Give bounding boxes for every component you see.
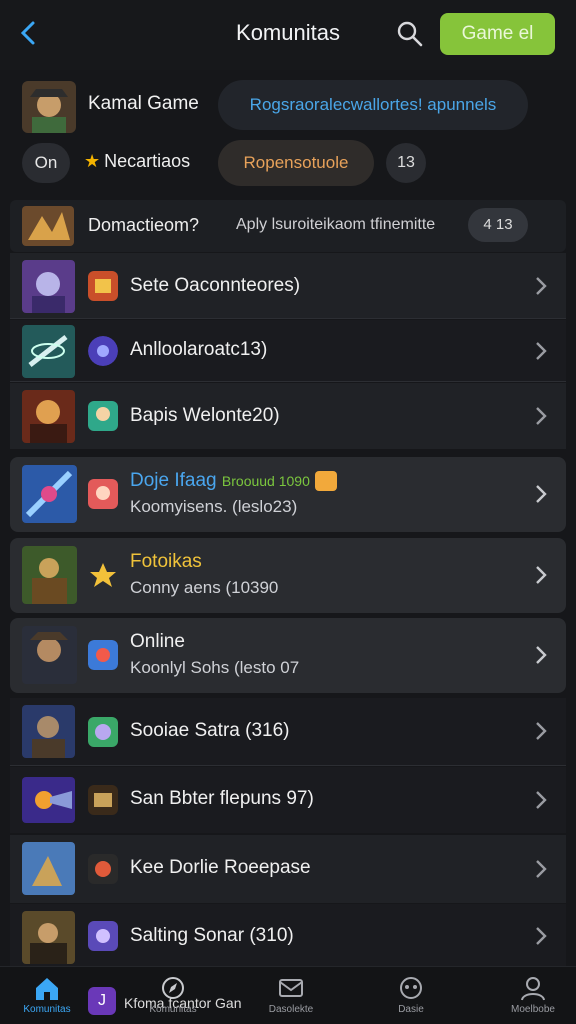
crown-icon (315, 470, 338, 491)
game-tag: Broouud 1090 (221, 473, 310, 489)
list-item[interactable]: San Bbter flepuns 97) (10, 767, 566, 833)
profile-pill[interactable]: Rogsraoralecwallortes! apunnels (218, 80, 528, 130)
nav-community-label: Komunitas (149, 1004, 197, 1015)
favorites-label: Necartiaos (104, 151, 191, 171)
game-mini-icon (88, 271, 118, 301)
chevron-right-icon (534, 925, 548, 947)
game-subtitle: Conny aens (10390 (130, 578, 279, 597)
chevron-right-icon (534, 858, 548, 880)
game-title: Doje Ifaag Broouud 1090 (130, 470, 338, 492)
list-item[interactable]: Sete Oaconnteores) (10, 253, 566, 319)
sort-chip[interactable]: Ropensotuole (218, 140, 374, 186)
game-mini-icon (88, 921, 118, 951)
nav-community[interactable]: Komunitas (128, 975, 218, 1024)
game-subtitle: Koonlyl Sohs (lesto 07 (130, 658, 300, 677)
nav-home-label: Komunitas (23, 1004, 71, 1015)
game-mini-icon (88, 640, 118, 670)
game-thumbnail (22, 626, 77, 684)
list-item[interactable]: Sooiae Satra (316) (10, 698, 566, 766)
divider (10, 765, 566, 766)
nav-messages-label: Dasolekte (268, 1004, 314, 1015)
chevron-right-icon (534, 720, 548, 742)
nav-home[interactable]: Komunitas (2, 975, 92, 1024)
divider (10, 318, 566, 319)
chevron-right-icon (534, 340, 548, 362)
game-mini-icon (88, 479, 118, 509)
game-title: Fotoikas (130, 551, 202, 572)
game-button[interactable]: Game el (440, 13, 555, 55)
list-item[interactable]: Anlloolaroatc13) (10, 320, 566, 382)
list-item[interactable]: Salting Sonar (310) (10, 904, 566, 966)
list-item[interactable]: Fotoikas Conny aens (10390 (10, 538, 566, 613)
profile-row: Kamal Game Rogsraoralecwallortes! apunne… (0, 78, 576, 138)
game-title: Sete Oaconnteores) (130, 275, 301, 296)
search-icon[interactable] (396, 20, 424, 48)
app-header: Komunitas Game el (0, 0, 576, 70)
summary-text: Aply lsuroiteikaom tfinemitte (236, 216, 436, 233)
chevron-right-icon (534, 789, 548, 811)
game-subtitle: Koomyisens. (leslo23) (130, 497, 298, 516)
game-thumbnail (22, 260, 75, 313)
game-mini-icon (88, 717, 118, 747)
game-title: Anlloolaroatc13) (130, 339, 268, 360)
chevron-right-icon (534, 564, 548, 586)
controller-icon (400, 977, 422, 999)
game-thumbnail (22, 390, 75, 443)
nav-games-label: Dasie (398, 1004, 424, 1015)
summary-row[interactable]: Domactieom? Aply lsuroiteikaom tfinemitt… (10, 200, 566, 252)
list-item[interactable]: Bapis Welonte20) (10, 383, 566, 449)
game-title: Salting Sonar (310) (130, 925, 294, 946)
game-title: Sooiae Satra (316) (130, 720, 290, 741)
chevron-right-icon (534, 405, 548, 427)
chevron-right-icon (534, 483, 548, 505)
game-thumbnail (22, 911, 75, 964)
game-mini-icon (88, 854, 118, 884)
game-title: San Bbter flepuns 97) (130, 788, 314, 809)
app-icon[interactable]: J (88, 987, 116, 1015)
profile-name: Kamal Game (88, 93, 199, 114)
filter-chips: On ★ Necartiaos Ropensotuole 13 (0, 140, 576, 190)
game-thumbnail (22, 777, 75, 823)
nav-profile-label: Moelbobe (511, 1004, 555, 1015)
user-icon (521, 977, 545, 1001)
game-title: Bapis Welonte20) (130, 405, 280, 426)
bottom-navigation: Komunitas J Kfoma fcantor Gan Komunitas … (0, 966, 576, 1024)
summary-title: Domactieom? (88, 215, 200, 235)
game-thumbnail (22, 325, 75, 378)
on-chip[interactable]: On (22, 143, 70, 183)
summary-badge: 4 13 (468, 208, 528, 242)
game-thumbnail (22, 842, 75, 895)
nav-profile[interactable]: Moelbobe (488, 975, 576, 1024)
game-title: Kee Dorlie Roeepase (130, 857, 311, 878)
star-icon: ★ (84, 151, 101, 171)
list-item[interactable]: Kee Dorlie Roeepase (10, 835, 566, 903)
game-title-text: Doje Ifaag (130, 470, 217, 491)
nav-games[interactable]: Dasie (366, 975, 456, 1024)
game-title: Online (130, 631, 185, 652)
list-item[interactable]: Online Koonlyl Sohs (lesto 07 (10, 618, 566, 693)
compass-icon (162, 977, 184, 999)
game-mini-icon (88, 336, 118, 366)
divider (10, 381, 566, 382)
game-thumbnail (22, 465, 77, 523)
game-thumbnail (22, 705, 75, 758)
summary-thumbnail (22, 206, 74, 246)
game-mini-icon (88, 785, 118, 815)
profile-avatar[interactable] (22, 81, 76, 133)
chevron-right-icon (534, 275, 548, 297)
nav-messages[interactable]: Dasolekte (246, 975, 336, 1024)
chevron-right-icon (534, 644, 548, 666)
game-mini-icon (88, 560, 118, 590)
mail-icon (279, 979, 303, 997)
home-icon (36, 978, 58, 1000)
count-chip[interactable]: 13 (386, 143, 426, 183)
favorites-chip[interactable]: ★ Necartiaos (84, 151, 190, 172)
game-mini-icon (88, 401, 118, 431)
list-item[interactable]: Doje Ifaag Broouud 1090 Koomyisens. (les… (10, 457, 566, 532)
game-thumbnail (22, 546, 77, 604)
